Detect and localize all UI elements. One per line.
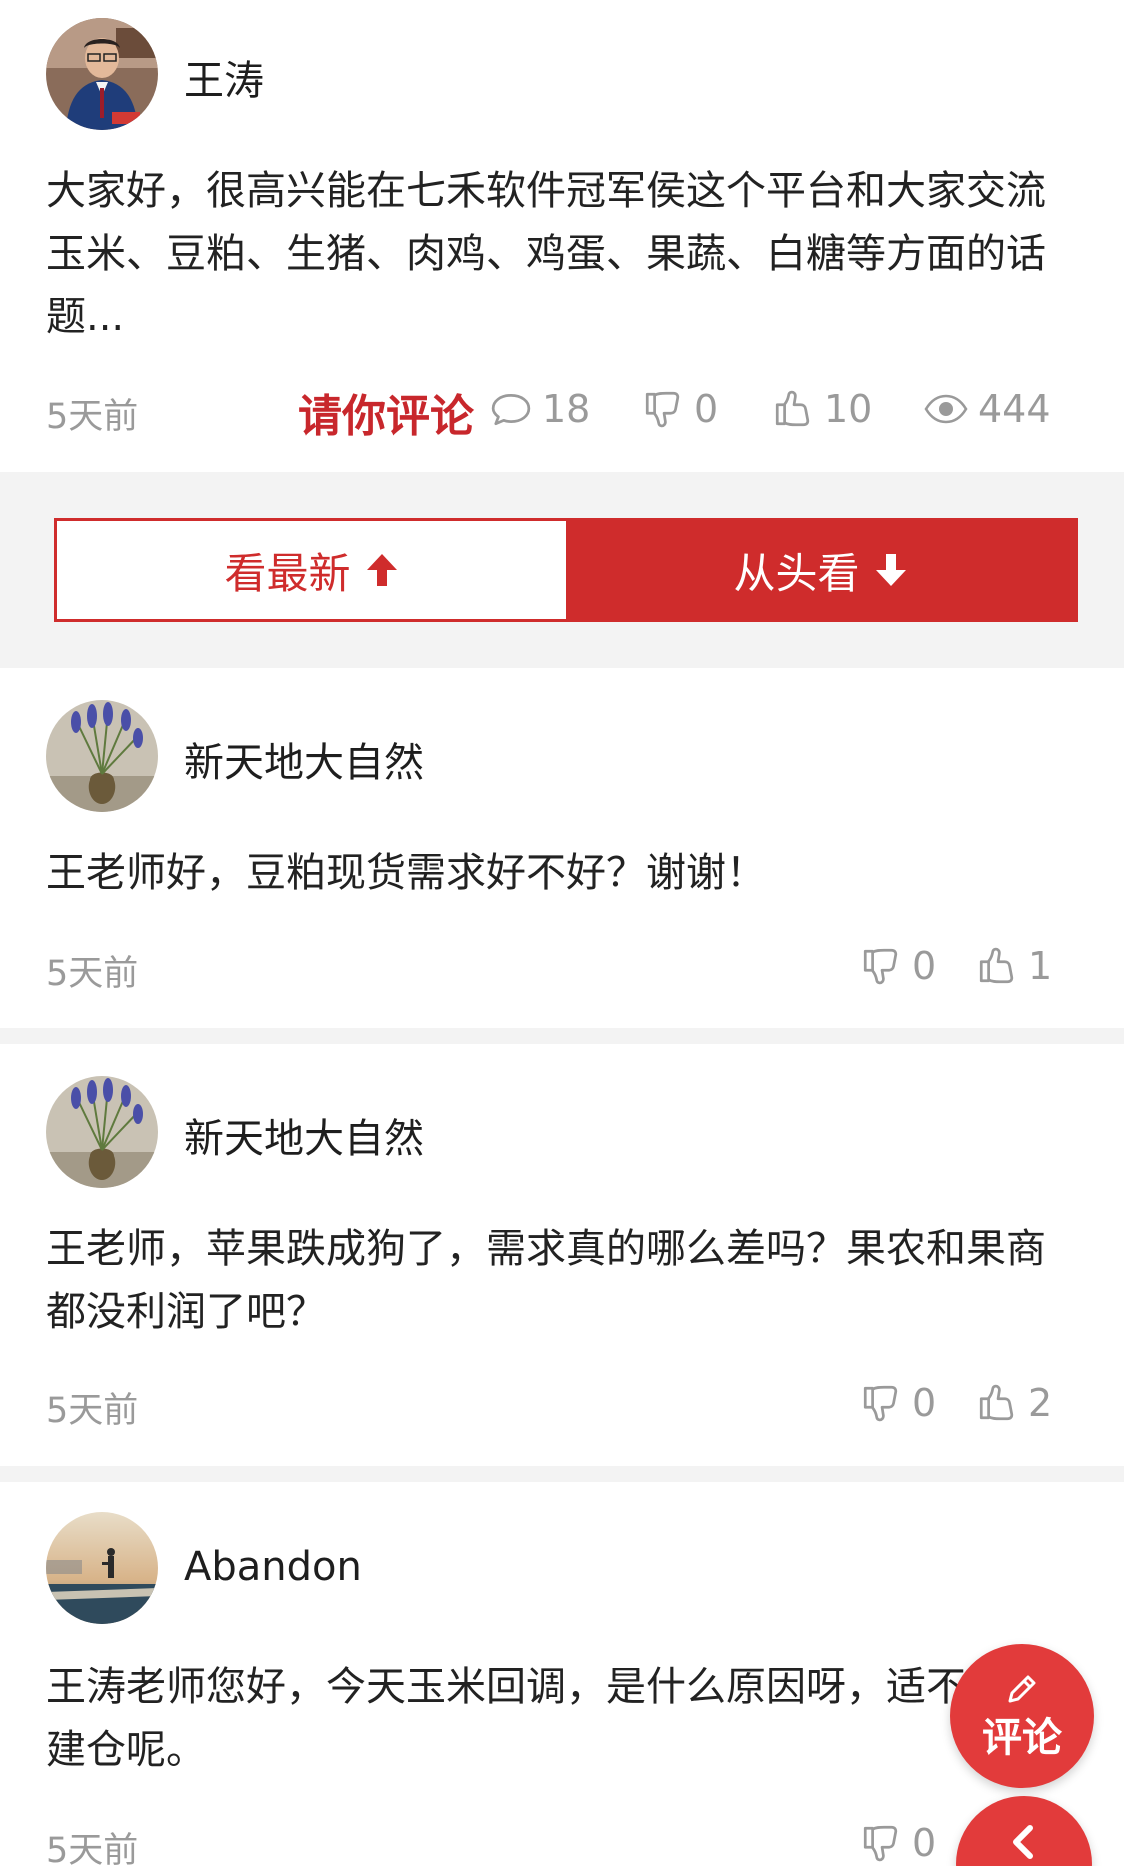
post-time: 5天前 — [46, 397, 139, 437]
dislike-button[interactable]: 0 — [860, 944, 936, 988]
divider — [0, 1028, 1124, 1044]
thumbs-down-icon — [642, 388, 684, 430]
invite-comment-link[interactable]: 请你评论 — [298, 380, 474, 444]
tab-latest-label: 看最新 — [224, 548, 351, 598]
comment-count-value: 18 — [542, 387, 591, 431]
avatar[interactable] — [46, 1512, 158, 1624]
avatar[interactable] — [46, 700, 158, 812]
arrow-down-icon — [875, 554, 906, 586]
like-count: 1 — [1028, 944, 1053, 988]
thumbs-up-icon — [976, 1382, 1018, 1424]
dislike-button[interactable]: 0 — [860, 1821, 936, 1865]
like-button[interactable]: 10 — [772, 387, 872, 431]
comment-text: 王涛老师您好，今天玉米回调，是什么原因呀，适不适合建仓呢。 — [46, 1664, 1046, 1773]
thumbs-down-icon — [860, 945, 902, 987]
thumbs-up-icon — [976, 945, 1018, 987]
comment-time: 5天前 — [46, 1391, 139, 1431]
divider — [0, 1466, 1124, 1482]
dislike-button[interactable]: 0 — [642, 387, 718, 431]
chevron-left-icon — [1013, 1825, 1033, 1859]
post-author[interactable]: 王涛 — [184, 48, 264, 106]
like-count: 10 — [824, 387, 873, 431]
dislike-count: 0 — [912, 1381, 937, 1425]
speech-bubble-icon — [490, 388, 532, 430]
comment-text: 王老师，苹果跌成狗了，需求真的哪么差吗？果农和果商都没利润了吧？ — [46, 1226, 1046, 1335]
thumbs-down-icon — [860, 1382, 902, 1424]
dislike-count: 0 — [694, 387, 719, 431]
avatar[interactable] — [46, 18, 158, 130]
tab-latest[interactable]: 看最新 — [57, 521, 566, 619]
dislike-count: 0 — [912, 1821, 937, 1865]
tab-from-start-label: 从头看 — [733, 548, 860, 598]
arrow-up-icon — [366, 554, 397, 586]
like-button[interactable]: 2 — [976, 1381, 1052, 1425]
thumbs-up-icon — [772, 388, 814, 430]
dislike-count: 0 — [912, 944, 937, 988]
comment-author[interactable]: Abandon — [184, 1544, 362, 1590]
comment-text: 王老师好，豆粕现货需求好不好？谢谢！ — [46, 850, 766, 896]
view-count: 444 — [924, 387, 1051, 431]
comment-author[interactable]: 新天地大自然 — [184, 1106, 424, 1164]
like-count: 2 — [1028, 1381, 1053, 1425]
dislike-button[interactable]: 0 — [860, 1381, 936, 1425]
sort-tabs: 看最新 从头看 — [54, 518, 1078, 622]
comment-time: 5天前 — [46, 954, 139, 994]
pencil-icon — [1008, 1675, 1036, 1703]
avatar[interactable] — [46, 1076, 158, 1188]
comment-count[interactable]: 18 — [490, 387, 590, 431]
main-post: 王涛 大家好，很高兴能在七禾软件冠军侯这个平台和大家交流玉米、豆粕、生猪、肉鸡、… — [0, 0, 1124, 472]
back-button[interactable] — [956, 1796, 1092, 1866]
comment-time: 5天前 — [46, 1831, 139, 1866]
tab-from-start[interactable]: 从头看 — [566, 521, 1075, 619]
view-count-value: 444 — [978, 387, 1051, 431]
eye-icon — [924, 393, 968, 425]
thumbs-down-icon — [860, 1822, 902, 1864]
post-text: 大家好，很高兴能在七禾软件冠军侯这个平台和大家交流玉米、豆粕、生猪、肉鸡、鸡蛋、… — [46, 168, 1046, 340]
comment-author[interactable]: 新天地大自然 — [184, 730, 424, 788]
like-button[interactable]: 1 — [976, 944, 1052, 988]
write-comment-label: 评论 — [982, 1715, 1062, 1761]
write-comment-button[interactable]: 评论 — [950, 1644, 1094, 1788]
